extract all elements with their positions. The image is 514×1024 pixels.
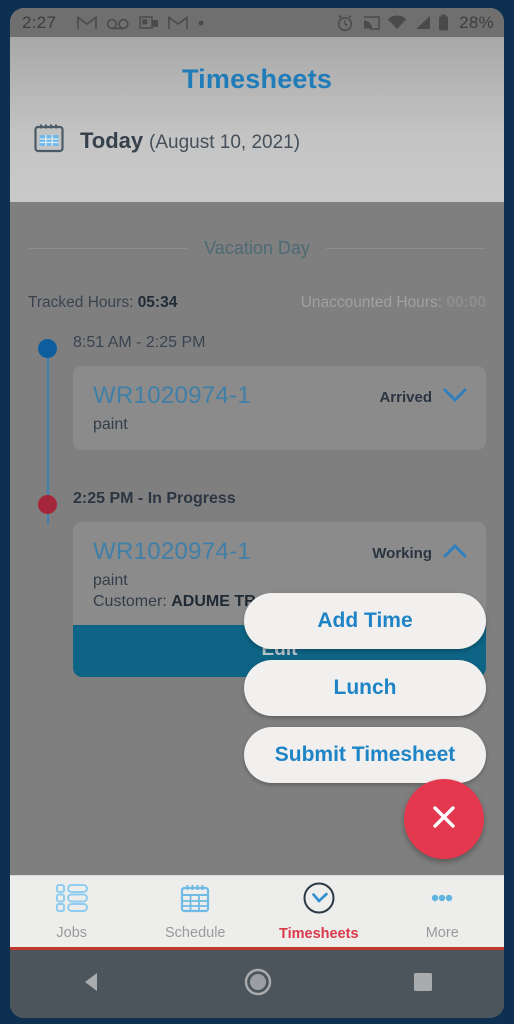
fab-speed-dial-menu: Add Time Lunch Submit Timesheet — [244, 593, 486, 783]
nav-label-timesheets: Timesheets — [278, 926, 359, 942]
more-dots-icon — [425, 882, 459, 919]
timesheet-card[interactable]: WR1020974-1 Arrived paint — [73, 366, 486, 450]
day-type-divider: Vacation Day — [28, 202, 487, 259]
tracked-hours-label: Tracked Hours: — [28, 294, 134, 311]
nav-label-more: More — [425, 925, 459, 941]
day-type-label: Vacation Day — [204, 238, 310, 258]
card-header: WR1020974-1 Arrived — [93, 382, 468, 410]
status-label: Working — [372, 545, 432, 562]
status-bar-clock: 2:27 — [22, 12, 57, 32]
cast-icon — [361, 15, 380, 31]
page-title: Timesheets — [181, 64, 333, 94]
divider-line-left — [28, 248, 189, 249]
nav-item-jobs[interactable]: Jobs — [10, 876, 134, 947]
card-status[interactable]: Arrived — [379, 382, 468, 408]
gmail-icon — [168, 15, 189, 30]
nav-item-schedule[interactable]: Schedule — [134, 876, 258, 947]
calendar-icon — [32, 121, 66, 160]
phone-frame: 2:27 28% Timesheets Today (August 10, 20… — [0, 0, 514, 1024]
work-description: paint — [93, 416, 128, 433]
status-bar: 2:27 28% — [10, 8, 504, 37]
close-icon — [425, 798, 463, 841]
entry-time-range: 8:51 AM - 2:25 PM — [73, 334, 206, 351]
nav-label-jobs: Jobs — [56, 925, 88, 941]
battery-percent: 28% — [459, 12, 494, 32]
today-word: Today — [80, 127, 144, 153]
tracked-hours: Tracked Hours: 05:34 — [28, 294, 177, 312]
bottom-navigation: Jobs Schedule Timesheets More — [10, 875, 504, 950]
nav-item-timesheets[interactable]: Timesheets — [257, 876, 381, 947]
timeline-dot — [38, 495, 57, 514]
wifi-icon — [387, 15, 407, 30]
submit-timesheet-button[interactable]: Submit Timesheet — [244, 727, 486, 783]
cellular-signal-icon — [414, 15, 431, 30]
app-header: Timesheets Today (August 10, 2021) — [10, 37, 504, 202]
today-row[interactable]: Today (August 10, 2021) — [10, 95, 504, 160]
jobs-list-icon — [55, 882, 89, 919]
android-navigation-bar — [10, 950, 504, 1018]
clock-icon — [302, 881, 336, 920]
alarm-icon — [336, 14, 354, 32]
unaccounted-hours-value: 00:00 — [446, 294, 486, 311]
recents-square-icon[interactable] — [409, 968, 437, 1001]
divider-line-right — [325, 248, 487, 249]
dot-icon — [197, 19, 205, 27]
lunch-button[interactable]: Lunch — [244, 660, 486, 716]
card-header: WR1020974-1 Working — [93, 538, 468, 566]
back-triangle-icon[interactable] — [77, 967, 107, 1002]
gmail-icon — [77, 15, 98, 30]
unaccounted-hours-label: Unaccounted Hours: — [300, 294, 443, 311]
today-date: (August 10, 2021) — [149, 131, 301, 153]
card-status[interactable]: Working — [372, 538, 468, 564]
unaccounted-hours: Unaccounted Hours: 00:00 — [301, 294, 486, 312]
calendar-icon — [179, 882, 211, 919]
status-bar-left: 2:27 — [22, 13, 336, 33]
status-label: Arrived — [379, 389, 432, 406]
nav-item-more[interactable]: More — [381, 876, 505, 947]
timesheet-body: Vacation Day Tracked Hours: 05:34 Unacco… — [10, 202, 504, 875]
timeline-entry: 8:51 AM - 2:25 PM WR1020974-1 Arrived pa… — [28, 334, 486, 450]
tracked-hours-value: 05:34 — [137, 294, 178, 311]
customer-label: Customer: — [93, 593, 167, 610]
outlook-icon — [139, 15, 159, 31]
fab-close-button[interactable] — [404, 779, 484, 859]
home-circle-icon[interactable] — [242, 966, 274, 1003]
work-order-number[interactable]: WR1020974-1 — [93, 538, 251, 566]
entry-time-range: 2:25 PM - In Progress — [73, 490, 236, 507]
today-label: Today (August 10, 2021) — [80, 128, 300, 154]
chevron-down-icon[interactable] — [442, 387, 468, 408]
chevron-up-icon[interactable] — [442, 543, 468, 564]
battery-icon — [438, 14, 449, 31]
work-description: paint — [93, 572, 128, 589]
hours-summary: Tracked Hours: 05:34 Unaccounted Hours: … — [28, 259, 486, 312]
voicemail-icon — [106, 16, 130, 30]
status-bar-right: 28% — [336, 13, 494, 33]
add-time-button[interactable]: Add Time — [244, 593, 486, 649]
timeline-dot — [38, 339, 57, 358]
phone-screen: 2:27 28% Timesheets Today (August 10, 20… — [10, 8, 504, 1018]
work-order-number[interactable]: WR1020974-1 — [93, 382, 251, 410]
nav-label-schedule: Schedule — [165, 925, 226, 941]
